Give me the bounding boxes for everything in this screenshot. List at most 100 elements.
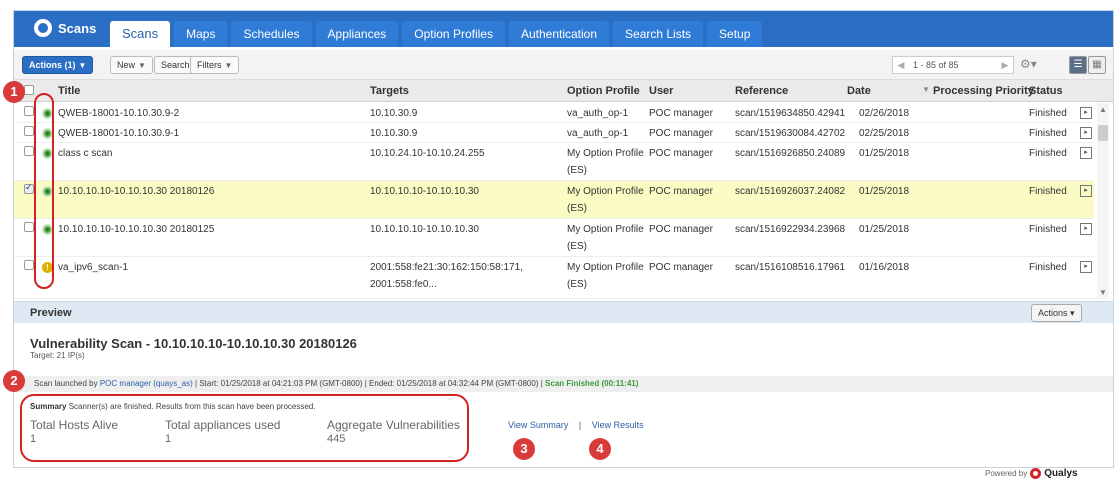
tab-maps[interactable]: Maps [174, 21, 228, 47]
scan-title: Vulnerability Scan - 10.10.10.10-10.10.1… [30, 336, 357, 351]
tab-authentication[interactable]: Authentication [508, 21, 610, 47]
row-title[interactable]: QWEB-18001-10.10.30.9-1 [58, 125, 179, 142]
row-title[interactable]: va_ipv6_scan-1 [58, 259, 128, 276]
row-title[interactable]: QWEB-18001-10.10.30.9-2 [58, 105, 179, 122]
actions-button[interactable]: Actions (1) ▼ [22, 56, 94, 74]
sort-desc-icon: ▼ [922, 85, 930, 94]
row-title[interactable]: 10.10.10.10-10.10.10.30 20180125 [58, 221, 214, 238]
annotation-oval-status-column [34, 93, 54, 289]
row-date: 02/26/2018 [859, 108, 910, 119]
row-date: 01/25/2018 [859, 148, 910, 159]
grid-view-icon[interactable]: ▦ [1088, 56, 1106, 74]
launch-status: Scan Finished (00:11:41) [545, 379, 639, 388]
row-checkbox[interactable] [24, 182, 34, 194]
tab-search-lists[interactable]: Search Lists [613, 21, 704, 47]
tab-option-profiles[interactable]: Option Profiles [402, 21, 505, 47]
filters-label: Filters [197, 60, 222, 70]
vendor-name: Qualys [1044, 468, 1078, 479]
row-option-profile-suffix: (ES) [567, 203, 587, 214]
launch-times: | Start: 01/25/2018 at 04:21:03 PM (GMT-… [195, 379, 543, 388]
list-view-icon[interactable]: ☰ [1069, 56, 1087, 74]
col-processing-priority[interactable]: Processing Priority [933, 85, 1034, 97]
row-checkbox[interactable] [24, 260, 34, 270]
next-page-icon[interactable]: ▶ [997, 57, 1013, 73]
row-checkbox[interactable] [24, 126, 34, 136]
scroll-down-icon[interactable]: ▼ [1097, 288, 1109, 297]
annotation-badge-1: 1 [3, 81, 25, 103]
row-targets: 10.10.10.10-10.10.10.30 [370, 224, 479, 235]
row-targets: 2001:558:fe21:30:162:150:58:171, [370, 262, 523, 273]
preview-header: Preview Actions ▾ [14, 301, 1113, 323]
col-option-profile[interactable]: Option Profile [567, 85, 640, 97]
col-user[interactable]: User [649, 85, 673, 97]
annotation-oval-summary [20, 394, 469, 462]
row-status: Finished [1029, 128, 1067, 139]
scan-target-count: Target: 21 IP(s) [30, 351, 85, 360]
view-results-link[interactable]: View Results [592, 420, 644, 430]
tab-schedules[interactable]: Schedules [231, 21, 312, 47]
powered-by-label: Powered by [985, 469, 1028, 478]
row-date: 01/25/2018 [859, 224, 910, 235]
table-row[interactable]: ! va_ipv6_scan-1 2001:558:fe21:30:162:15… [14, 257, 1094, 299]
row-action-icon[interactable]: ▸ [1080, 223, 1092, 235]
top-nav: Scans Scans Maps Schedules Appliances Op… [14, 11, 1113, 47]
table-row[interactable]: QWEB-18001-10.10.30.9-2 10.10.30.9 va_au… [14, 103, 1094, 123]
table-row[interactable]: class c scan 10.10.24.10-10.10.24.255 My… [14, 143, 1094, 181]
row-date: 02/25/2018 [859, 128, 910, 139]
row-user: POC manager [649, 262, 713, 273]
row-action-icon[interactable]: ▸ [1080, 127, 1092, 139]
row-title[interactable]: class c scan [58, 145, 112, 162]
row-action-icon[interactable]: ▸ [1080, 261, 1092, 273]
col-targets[interactable]: Targets [370, 85, 409, 97]
preview-actions-button[interactable]: Actions ▾ [1031, 304, 1082, 322]
qualys-logo-icon [1030, 468, 1042, 480]
col-title[interactable]: Title [58, 85, 80, 97]
row-action-icon[interactable]: ▸ [1080, 185, 1092, 197]
prev-page-icon[interactable]: ◀ [893, 57, 909, 73]
row-reference: scan/1519630084.42702 [735, 128, 846, 139]
launch-user-link[interactable]: POC manager (quays_as) [100, 379, 193, 388]
col-status[interactable]: Status [1029, 85, 1063, 97]
row-status: Finished [1029, 148, 1067, 159]
table-row-selected[interactable]: 10.10.10.10-10.10.10.30 20180126 10.10.1… [14, 181, 1094, 219]
row-status: Finished [1029, 186, 1067, 197]
row-action-icon[interactable]: ▸ [1080, 107, 1092, 119]
scroll-thumb[interactable] [1098, 125, 1108, 141]
col-date[interactable]: Date [847, 85, 871, 97]
tab-scans[interactable]: Scans [110, 21, 171, 47]
row-status: Finished [1029, 108, 1067, 119]
row-status: Finished [1029, 224, 1067, 235]
row-title[interactable]: 10.10.10.10-10.10.10.30 20180126 [58, 183, 214, 200]
chevron-down-icon: ▾ [1070, 308, 1075, 318]
row-action-icon[interactable]: ▸ [1080, 147, 1092, 159]
new-button[interactable]: New ▼ [110, 56, 153, 74]
preview-label: Preview [30, 307, 72, 319]
table-row[interactable]: QWEB-18001-10.10.30.9-1 10.10.30.9 va_au… [14, 123, 1094, 143]
chevron-down-icon: ▼ [78, 61, 87, 70]
row-user: POC manager [649, 128, 713, 139]
row-status: Finished [1029, 262, 1067, 273]
row-checkbox[interactable] [24, 222, 34, 232]
row-targets: 10.10.10.10-10.10.10.30 [370, 186, 479, 197]
row-option-profile: va_auth_op-1 [567, 128, 629, 139]
brand[interactable]: Scans [34, 19, 96, 37]
col-reference[interactable]: Reference [735, 85, 788, 97]
table-scrollbar[interactable]: ▲ ▼ [1097, 103, 1109, 299]
gear-icon[interactable]: ⚙▾ [1020, 57, 1037, 71]
row-date: 01/25/2018 [859, 186, 910, 197]
scroll-up-icon[interactable]: ▲ [1097, 105, 1109, 114]
launch-info: Scan launched by POC manager (quays_as) … [14, 376, 1113, 392]
view-summary-link[interactable]: View Summary [508, 420, 568, 430]
filters-button[interactable]: Filters ▼ [190, 56, 240, 74]
row-reference: scan/1516926850.24089 [735, 148, 846, 159]
table-row[interactable]: 10.10.10.10-10.10.10.30 20180125 10.10.1… [14, 219, 1094, 257]
select-all-checkbox[interactable] [24, 85, 34, 95]
row-checkbox[interactable] [24, 106, 34, 116]
tab-setup[interactable]: Setup [707, 21, 763, 47]
pager: ◀ 1 - 85 of 85 ▶ [892, 56, 1014, 74]
row-checkbox[interactable] [24, 146, 34, 156]
row-reference: scan/1516926037.24082 [735, 186, 846, 197]
tab-appliances[interactable]: Appliances [315, 21, 399, 47]
brand-title: Scans [58, 20, 97, 36]
row-targets: 10.10.24.10-10.10.24.255 [370, 148, 485, 159]
